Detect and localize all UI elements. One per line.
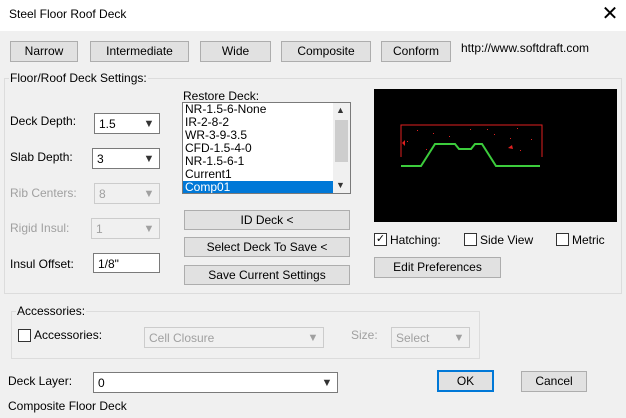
accessories-checkbox[interactable] <box>18 329 31 342</box>
rib-centers-label: Rib Centers: <box>10 186 77 200</box>
narrow-button-label: Narrow <box>24 44 64 58</box>
intermediate-button-label: Intermediate <box>106 44 173 58</box>
chevron-down-icon: ▼ <box>143 223 155 235</box>
composite-button-label: Composite <box>297 44 355 58</box>
slab-depth-label: Slab Depth: <box>10 150 73 164</box>
cancel-button[interactable]: Cancel <box>521 371 587 392</box>
accessories-checkbox-label: Accessories: <box>34 328 103 342</box>
edit-preferences-button-label: Edit Preferences <box>393 260 482 274</box>
accessory-type-select: Cell Closure ▼ <box>144 327 324 348</box>
wide-button-label: Wide <box>221 44 250 58</box>
list-scrollbar[interactable]: ▲ ▼ <box>333 103 350 193</box>
conform-button[interactable]: Conform <box>381 41 451 62</box>
deck-depth-select[interactable]: 1.5 ▼ <box>94 113 160 134</box>
deck-depth-label: Deck Depth: <box>10 114 77 128</box>
chevron-down-icon: ▼ <box>321 377 333 389</box>
rib-centers-value: 8 <box>99 187 106 201</box>
scroll-up-icon[interactable]: ▲ <box>336 105 345 115</box>
size-label: Size: <box>351 328 378 342</box>
scroll-down-icon[interactable]: ▼ <box>336 180 345 190</box>
window-title: Steel Floor Roof Deck <box>9 7 127 21</box>
wide-button[interactable]: Wide <box>200 41 271 62</box>
status-text: Composite Floor Deck <box>8 399 127 413</box>
metric-checkbox[interactable] <box>556 233 569 246</box>
cancel-button-label: Cancel <box>535 374 573 388</box>
chevron-down-icon: ▼ <box>143 153 155 165</box>
deck-preview <box>374 89 617 222</box>
deck-layer-select[interactable]: 0 ▼ <box>93 372 338 393</box>
narrow-button[interactable]: Narrow <box>10 41 78 62</box>
rigid-insul-select: 1 ▼ <box>91 218 160 239</box>
side-view-checkbox[interactable] <box>464 233 477 246</box>
metric-label: Metric <box>572 233 605 247</box>
composite-button[interactable]: Composite <box>281 41 371 62</box>
insul-offset-input[interactable]: 1/8" <box>93 253 160 273</box>
size-select: Select ▼ <box>391 327 470 348</box>
close-icon[interactable]: ✕ <box>594 0 626 30</box>
ok-button[interactable]: OK <box>437 370 494 392</box>
website-link[interactable]: http://www.softdraft.com <box>461 41 589 55</box>
rigid-insul-label: Rigid Insul: <box>10 221 70 235</box>
id-deck-button-label: ID Deck < <box>240 213 294 227</box>
select-deck-button[interactable]: Select Deck To Save < <box>184 237 350 257</box>
scrollbar-thumb[interactable] <box>335 120 348 162</box>
chevron-down-icon: ▼ <box>453 332 465 344</box>
insul-offset-label: Insul Offset: <box>10 257 74 271</box>
deck-depth-value: 1.5 <box>99 117 116 131</box>
restore-deck-label: Restore Deck: <box>183 89 260 103</box>
id-deck-button[interactable]: ID Deck < <box>184 210 350 230</box>
edit-preferences-button[interactable]: Edit Preferences <box>374 257 501 278</box>
conform-button-label: Conform <box>392 44 439 58</box>
ok-button-label: OK <box>456 374 475 388</box>
hatching-checkbox[interactable]: ✓ <box>374 233 387 246</box>
restore-deck-list[interactable]: NR-1.5-6-None IR-2-8-2 WR-3-9-3.5 CFD-1.… <box>182 102 351 194</box>
deck-settings-group-label: Floor/Roof Deck Settings: <box>9 71 148 85</box>
save-settings-button-label: Save Current Settings <box>208 268 326 282</box>
insul-offset-value: 1/8" <box>98 257 119 271</box>
deck-layer-value: 0 <box>98 376 105 390</box>
select-deck-button-label: Select Deck To Save < <box>206 240 328 254</box>
size-value: Select <box>396 331 430 345</box>
deck-profile-drawing <box>400 124 543 167</box>
rigid-insul-value: 1 <box>96 222 103 236</box>
chevron-down-icon: ▼ <box>143 118 155 130</box>
side-view-label: Side View <box>480 233 534 247</box>
chevron-down-icon: ▼ <box>307 332 319 344</box>
intermediate-button[interactable]: Intermediate <box>90 41 189 62</box>
accessories-group-label: Accessories: <box>16 304 87 318</box>
deck-layer-label: Deck Layer: <box>8 374 73 388</box>
save-settings-button[interactable]: Save Current Settings <box>184 265 350 285</box>
slab-depth-value: 3 <box>97 152 104 166</box>
hatching-label: Hatching: <box>390 233 441 247</box>
accessory-type-value: Cell Closure <box>149 331 215 345</box>
slab-depth-select[interactable]: 3 ▼ <box>92 148 160 169</box>
chevron-down-icon: ▼ <box>143 188 155 200</box>
list-item-selected[interactable]: Comp01 <box>183 181 333 193</box>
rib-centers-select: 8 ▼ <box>94 183 160 204</box>
